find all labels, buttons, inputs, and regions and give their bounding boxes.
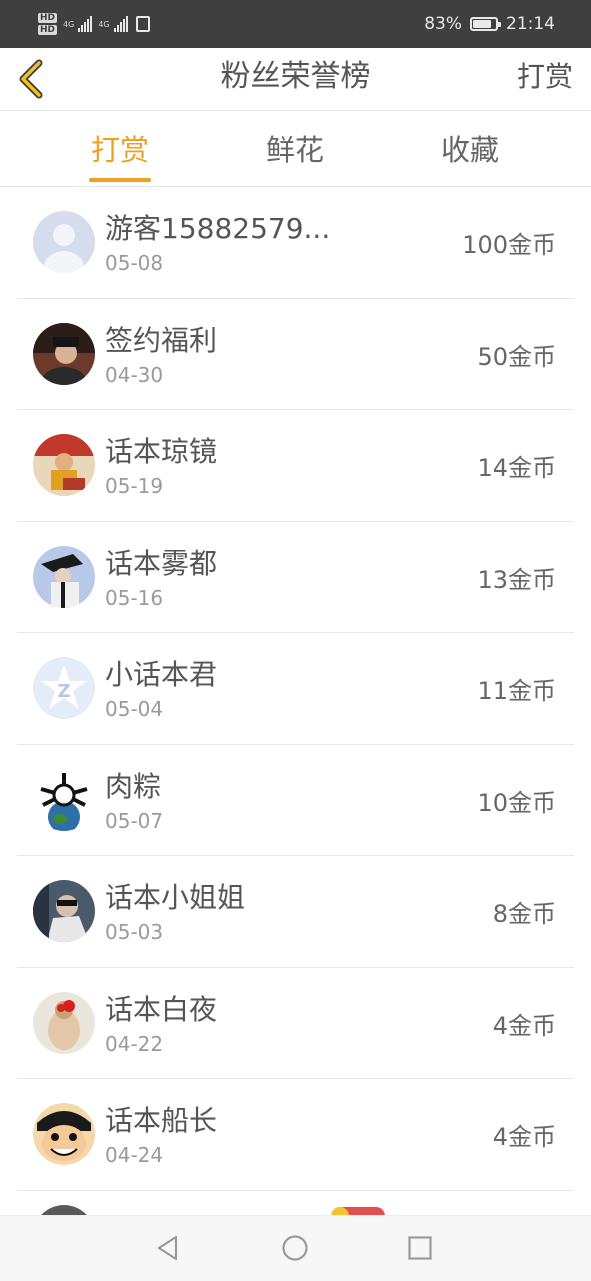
square-recents-icon: [408, 1236, 432, 1260]
status-icons-left: HD HD 4G 4G: [38, 8, 150, 40]
reward-date: 05-07: [105, 808, 164, 833]
system-recents-button[interactable]: [404, 1232, 436, 1264]
battery-icon: [470, 17, 501, 31]
avatar: [33, 880, 95, 942]
reward-date: 05-04: [105, 697, 164, 721]
avatar: [33, 211, 95, 273]
reward-amount: 10金币: [477, 788, 556, 817]
back-button[interactable]: [10, 56, 54, 102]
reward-date: 05-19: [105, 474, 164, 498]
clock: 21:14: [506, 14, 555, 34]
page-title: 粉丝荣誉榜: [220, 59, 371, 94]
reward-date: 04-22: [105, 1031, 164, 1056]
tab-bar: 打赏 鲜花 收藏: [0, 111, 591, 187]
network-type-1: 4G: [63, 19, 75, 29]
circle-home-icon: [282, 1235, 308, 1261]
reward-amount: 4金币: [492, 1123, 556, 1151]
list-item[interactable]: 游客15882579... 05-08 100金币: [17, 187, 574, 299]
reward-amount: 11金币: [477, 677, 556, 705]
reward-date: 05-03: [105, 920, 164, 944]
system-navigation-bar: [0, 1215, 591, 1281]
avatar: [33, 768, 95, 831]
reward-amount: 50金币: [477, 342, 556, 371]
reward-date: 04-24: [105, 1143, 164, 1167]
system-back-button[interactable]: [152, 1232, 184, 1264]
system-home-button[interactable]: [279, 1232, 311, 1264]
reward-amount: 4金币: [492, 1011, 556, 1040]
signal-icon-2: [113, 16, 128, 32]
list-item[interactable]: Z 小话本君 05-04 11金币: [17, 633, 574, 745]
top-navbar: 粉丝荣誉榜 打赏: [0, 48, 591, 111]
list-item[interactable]: 话本琼镜 05-19 14金币: [17, 410, 574, 522]
user-name: 话本船长: [105, 1104, 218, 1137]
reward-amount: 13金币: [477, 565, 556, 594]
list-item-partial[interactable]: [17, 1187, 574, 1217]
user-name: 肉粽: [105, 769, 162, 803]
list-item[interactable]: 话本白夜 04-22 4金币: [17, 968, 574, 1079]
chevron-left-icon: [19, 59, 43, 99]
avatar: [33, 545, 95, 608]
user-name: 话本小姐姐: [105, 881, 246, 914]
active-tab-indicator: [89, 178, 151, 182]
avatar: [33, 991, 95, 1054]
reward-amount: 8金币: [492, 900, 556, 928]
tab-reward[interactable]: 打赏: [65, 111, 175, 186]
reward-action-button[interactable]: 打赏: [517, 48, 573, 110]
list-item[interactable]: 话本雾都 05-16 13金币: [17, 522, 574, 633]
reward-amount: 14金币: [477, 454, 556, 482]
tab-flowers[interactable]: 鲜花: [240, 111, 350, 186]
user-name: 话本琼镜: [105, 435, 218, 468]
user-name: 小话本君: [105, 658, 218, 691]
signal-icon-1: [78, 16, 93, 32]
reward-date: 04-30: [105, 362, 164, 387]
list-item[interactable]: 肉粽 05-07 10金币: [17, 745, 574, 856]
vibrate-icon: [135, 16, 150, 32]
avatar: [33, 1103, 95, 1165]
triangle-back-icon: [157, 1235, 178, 1261]
avatar: [33, 322, 95, 385]
user-name: 话本雾都: [105, 546, 218, 580]
reward-date: 05-16: [105, 585, 164, 610]
avatar: Z: [33, 657, 95, 719]
hd-icon-1: HD: [38, 13, 58, 23]
reward-date: 05-08: [105, 251, 164, 275]
user-name: 签约福利: [105, 323, 218, 357]
list-item[interactable]: 签约福利 04-30 50金币: [17, 299, 574, 410]
reward-amount: 100金币: [462, 231, 556, 259]
list-item[interactable]: 话本船长 04-24 4金币: [17, 1079, 574, 1191]
status-icons-right: 83% 21:14: [424, 0, 555, 48]
battery-percent: 83%: [424, 14, 462, 34]
hd-indicators: HD HD: [38, 13, 58, 35]
status-bar: HD HD 4G 4G 83% 21:14: [0, 0, 591, 48]
fan-ranking-list: 游客15882579... 05-08 100金币 签约福利 04-30 50金…: [0, 187, 591, 1191]
avatar: [33, 434, 95, 496]
tab-favorites[interactable]: 收藏: [415, 111, 525, 186]
svg-text:Z: Z: [57, 681, 70, 702]
user-name: 游客15882579...: [105, 212, 331, 245]
list-item[interactable]: 话本小姐姐 05-03 8金币: [17, 856, 574, 968]
hd-icon-2: HD: [38, 25, 58, 35]
network-type-2: 4G: [98, 19, 110, 29]
user-name: 话本白夜: [105, 992, 218, 1026]
